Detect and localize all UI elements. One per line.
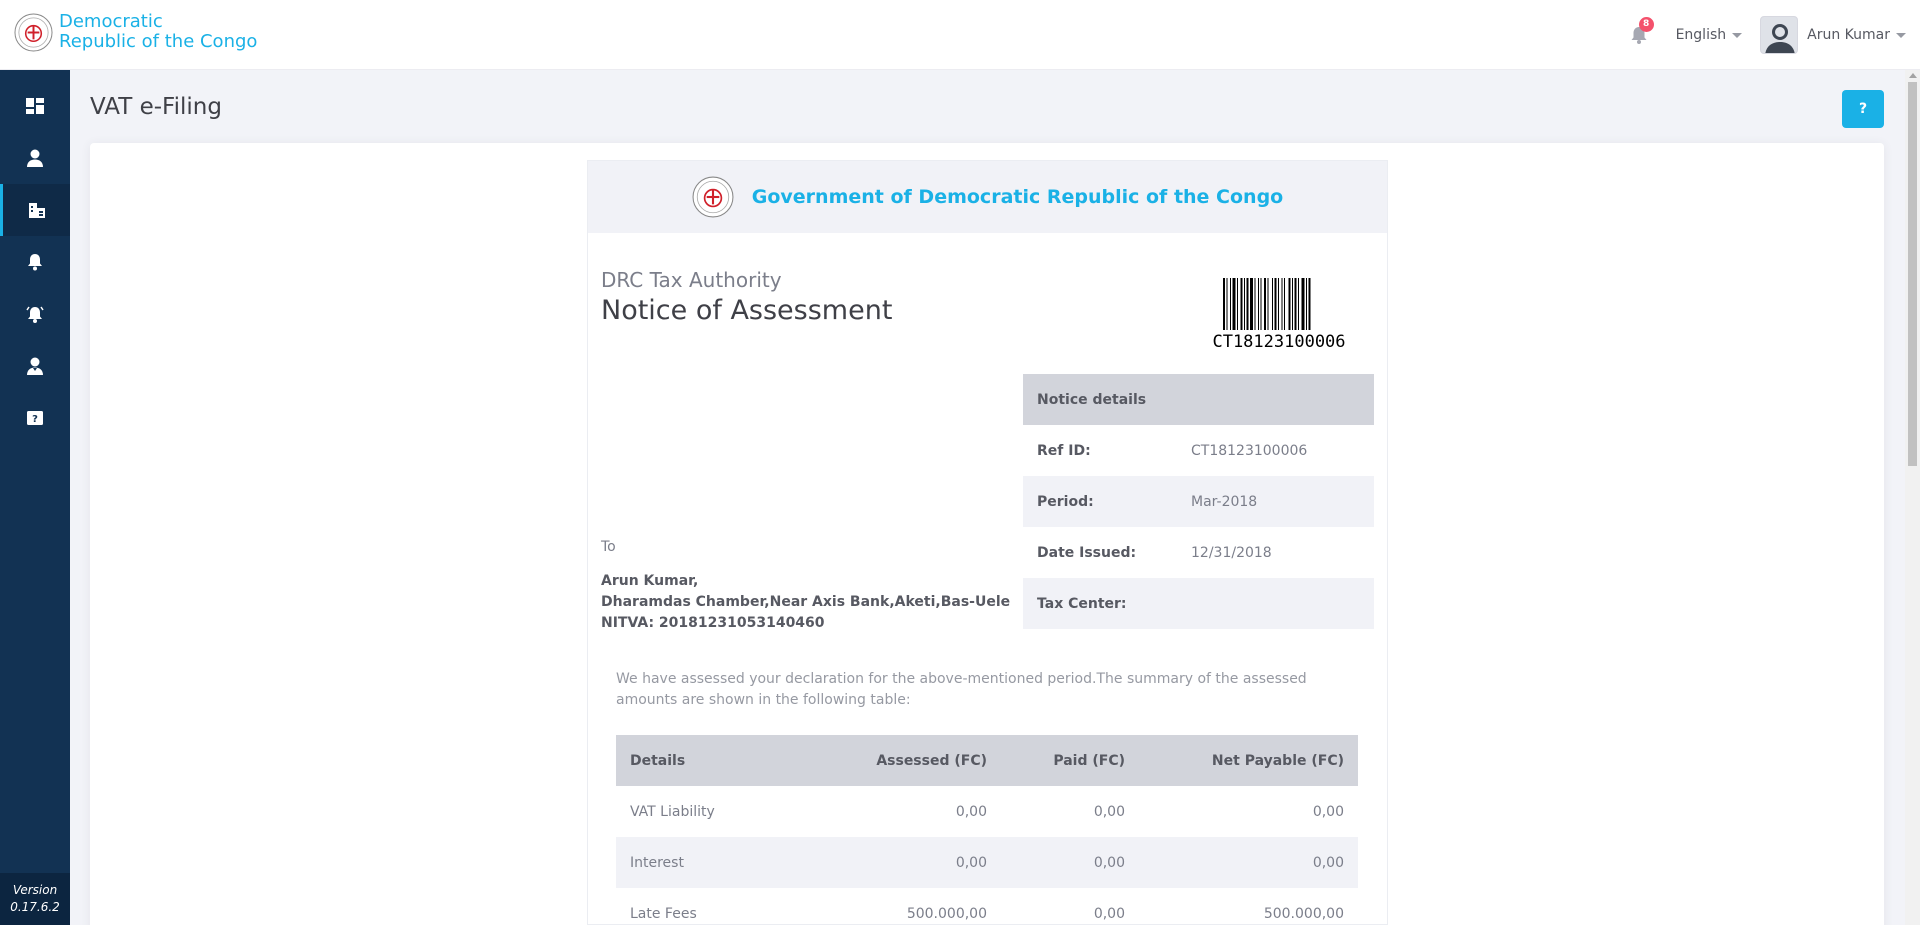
- chevron-down-icon: [1896, 32, 1906, 38]
- table-cell: Interest: [630, 854, 684, 871]
- building-icon: [28, 203, 45, 218]
- language-label: English: [1675, 27, 1727, 43]
- table-cell: 0,00: [1093, 905, 1125, 922]
- version-number: 0.17.6.2: [10, 900, 60, 914]
- recipient-nitva: NITVA: 20181231053140460: [601, 615, 825, 631]
- notifications-button[interactable]: 8: [1628, 17, 1654, 46]
- period-value: Mar-2018: [1191, 493, 1258, 510]
- period-label: Period:: [1037, 493, 1094, 510]
- notice-detail-row: Period: Mar-2018: [1023, 476, 1374, 527]
- chevron-down-icon: [1732, 32, 1743, 38]
- dashboard-icon: [26, 98, 44, 114]
- version-label: Version: [12, 883, 58, 897]
- to-label: To: [601, 539, 616, 555]
- notice-document: Government of Democratic Republic of the…: [587, 160, 1388, 925]
- column-header-net-payable: Net Payable (FC): [1211, 752, 1344, 769]
- avatar-icon: [1761, 17, 1798, 53]
- sidebar: ? Version 0.17.6.2: [0, 70, 70, 925]
- table-cell: 0,00: [1093, 854, 1125, 871]
- drc-seal-icon: [14, 12, 53, 52]
- table-cell: Late Fees: [630, 905, 697, 922]
- sidebar-item-notifications[interactable]: [0, 236, 70, 288]
- notice-title: Notice of Assessment: [601, 295, 893, 326]
- ref-id-label: Ref ID:: [1037, 442, 1091, 459]
- table-header-row: Details Assessed (FC) Paid (FC) Net Paya…: [616, 735, 1358, 786]
- sidebar-item-alerts[interactable]: [0, 288, 70, 340]
- table-cell: 0,00: [955, 854, 987, 871]
- sidebar-item-profile[interactable]: [0, 132, 70, 184]
- table-cell: 500.000,00: [1263, 905, 1344, 922]
- support-user-icon: [27, 357, 43, 375]
- alarm-icon: [26, 306, 44, 323]
- help-button[interactable]: ?: [1842, 90, 1884, 128]
- table-cell: VAT Liability: [630, 803, 715, 820]
- government-title: Government of Democratic Republic of the…: [751, 186, 1284, 208]
- notice-detail-row: Date Issued: 12/31/2018: [1023, 527, 1374, 578]
- brand-line-1: Democratic: [59, 11, 163, 32]
- table-cell: 0,00: [1312, 854, 1344, 871]
- user-menu-dropdown[interactable]: Arun Kumar: [1807, 27, 1906, 43]
- table-row: VAT Liability 0,00 0,00 0,00: [616, 786, 1358, 837]
- page-title: VAT e-Filing: [90, 94, 222, 120]
- barcode-image: [1223, 278, 1311, 330]
- user-avatar[interactable]: [1760, 16, 1799, 54]
- table-row: Interest 0,00 0,00 0,00: [616, 837, 1358, 888]
- recipient-address-block: Arun Kumar, Dharamdas Chamber,Near Axis …: [601, 571, 1010, 634]
- brand-line-2: Republic of the Congo: [59, 31, 258, 52]
- document-header: Government of Democratic Republic of the…: [588, 161, 1387, 233]
- date-issued-label: Date Issued:: [1037, 544, 1137, 561]
- notice-details-table: Notice details Ref ID: CT18123100006 Per…: [1023, 374, 1374, 629]
- table-cell: 500.000,00: [906, 905, 987, 922]
- table-row: Late Fees 500.000,00 0,00 500.000,00: [616, 888, 1358, 925]
- recipient-name: Arun Kumar,: [601, 573, 699, 589]
- notice-detail-row: Ref ID: CT18123100006: [1023, 425, 1374, 476]
- date-issued-value: 12/31/2018: [1191, 544, 1272, 561]
- sidebar-item-vat-filing[interactable]: [0, 184, 70, 236]
- assessment-intro-text: We have assessed your declaration for th…: [616, 671, 1307, 708]
- government-seal-icon: [692, 176, 734, 218]
- notification-count-badge: 8: [1638, 17, 1654, 32]
- version-info: Version 0.17.6.2: [0, 873, 70, 925]
- table-cell: 0,00: [1093, 803, 1125, 820]
- sidebar-item-support[interactable]: [0, 340, 70, 392]
- column-header-details: Details: [630, 752, 686, 769]
- sidebar-item-dashboard[interactable]: [0, 80, 70, 132]
- svg-text:?: ?: [32, 414, 38, 425]
- brand-logo-link[interactable]: Democratic Republic of the Congo: [14, 12, 257, 52]
- table-cell: 0,00: [1312, 803, 1344, 820]
- column-header-paid: Paid (FC): [1053, 752, 1125, 769]
- vertical-scrollbar[interactable]: [1905, 70, 1920, 925]
- bell-icon: [28, 254, 42, 271]
- scrollbar-thumb[interactable]: [1908, 82, 1917, 466]
- notice-details-heading: Notice details: [1023, 374, 1374, 425]
- recipient-address: Dharamdas Chamber,Near Axis Bank,Aketi,B…: [601, 594, 1011, 610]
- brand-name: Democratic Republic of the Congo: [59, 12, 257, 52]
- top-header: Democratic Republic of the Congo 8 Engli…: [0, 0, 1920, 70]
- user-icon: [27, 149, 43, 167]
- notice-detail-row: Tax Center:: [1023, 578, 1374, 629]
- user-name-label: Arun Kumar: [1807, 27, 1890, 43]
- table-cell: 0,00: [955, 803, 987, 820]
- sidebar-item-help[interactable]: ?: [0, 392, 70, 444]
- language-dropdown[interactable]: English: [1676, 27, 1743, 43]
- tax-center-label: Tax Center:: [1037, 595, 1127, 612]
- column-header-assessed: Assessed (FC): [876, 752, 987, 769]
- ref-id-value: CT18123100006: [1191, 442, 1308, 459]
- scroll-up-arrow-icon[interactable]: [1909, 73, 1917, 78]
- barcode-text: CT18123100006: [1212, 332, 1346, 352]
- help-icon: ?: [27, 411, 43, 425]
- authority-name: DRC Tax Authority: [601, 268, 782, 292]
- assessment-table: Details Assessed (FC) Paid (FC) Net Paya…: [616, 735, 1358, 925]
